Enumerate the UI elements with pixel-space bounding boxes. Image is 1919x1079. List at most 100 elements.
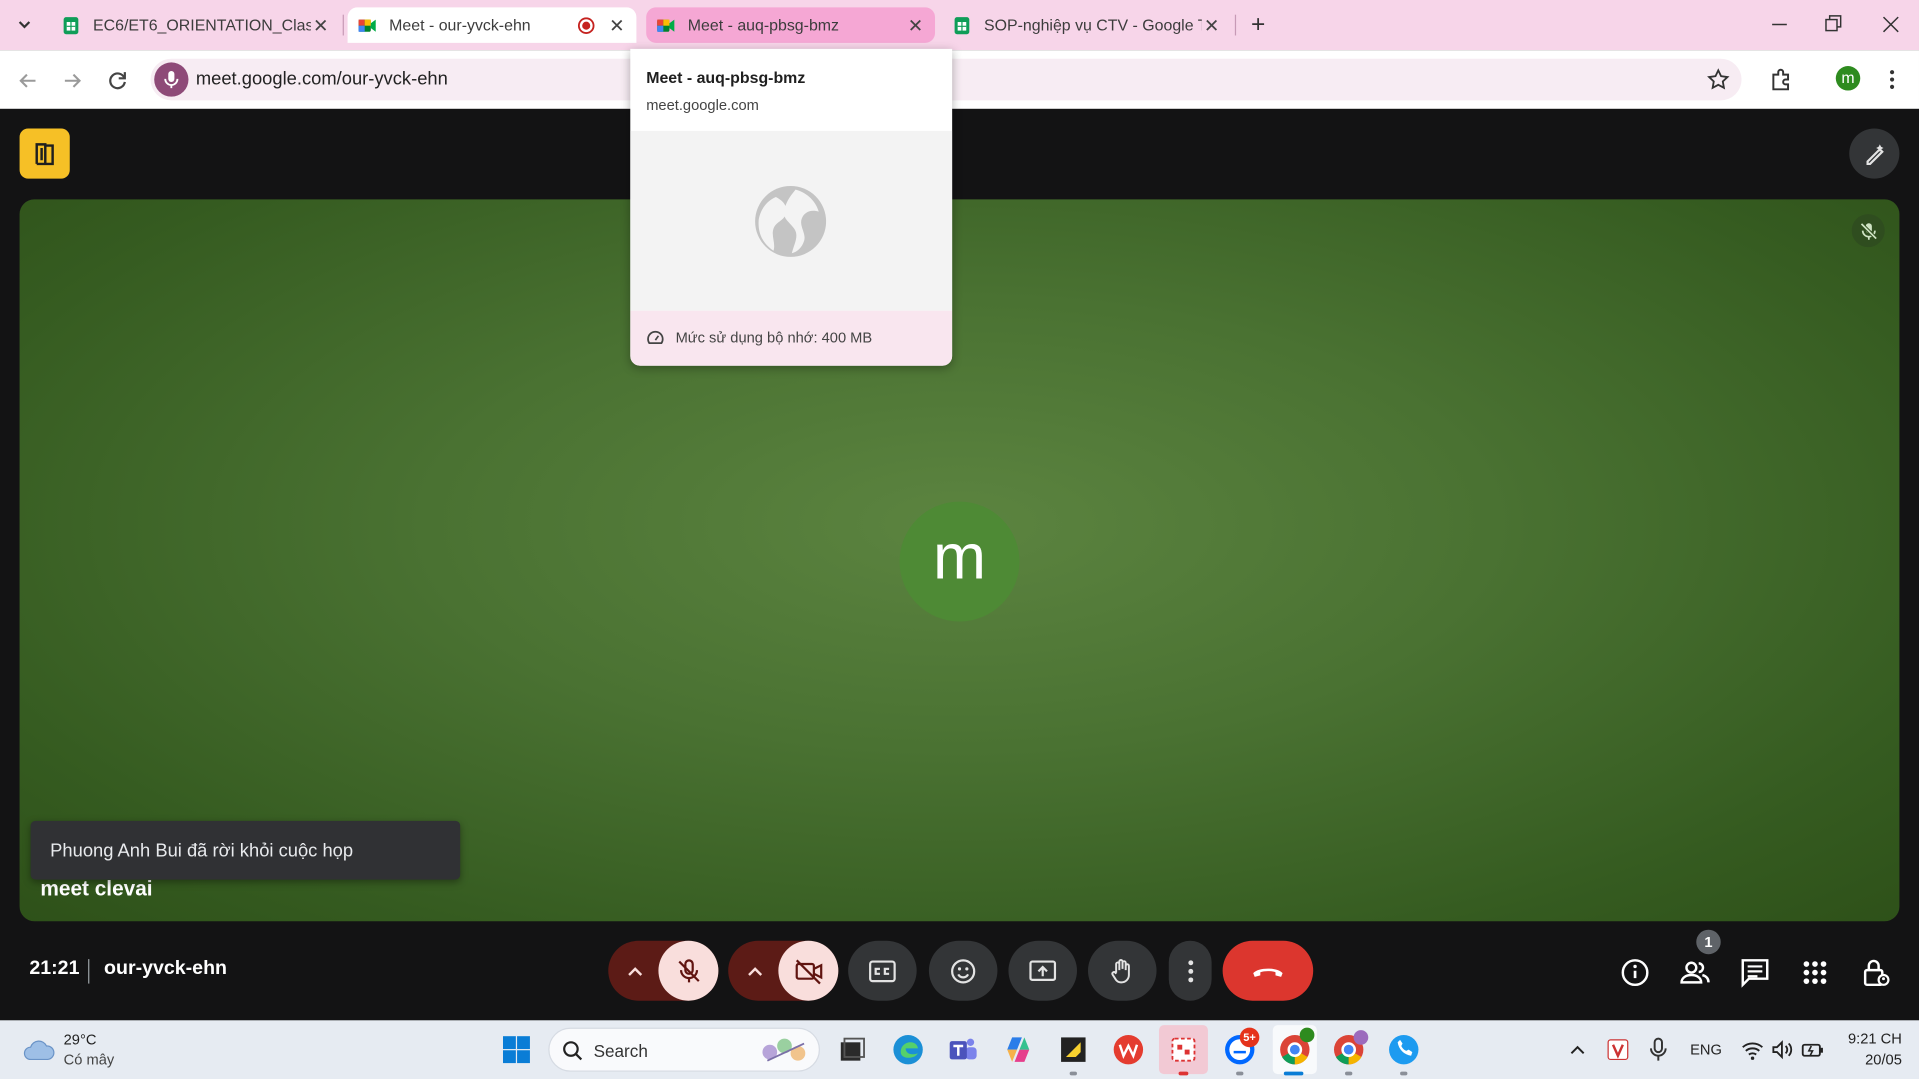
leave-call-button[interactable] <box>1222 940 1314 1001</box>
microphone-tray[interactable] <box>1647 1036 1669 1063</box>
camera-toggle-button[interactable] <box>778 940 839 1001</box>
reload-button[interactable] <box>104 67 131 94</box>
close-icon[interactable]: ✕ <box>906 14 926 36</box>
new-tab-button[interactable]: + <box>1245 11 1272 38</box>
search-highlight-icon <box>762 1038 806 1062</box>
show-hidden-icons-button[interactable] <box>1567 1040 1589 1060</box>
task-view-button[interactable] <box>832 1030 871 1069</box>
weather-temp: 29°C <box>63 1031 97 1049</box>
chrome-app-active[interactable] <box>1272 1025 1317 1075</box>
clock[interactable]: 9:21 CH 20/05 <box>1836 1028 1909 1072</box>
quick-settings-button[interactable] <box>1740 1037 1826 1061</box>
microphone-icon <box>1649 1037 1667 1061</box>
running-indicator <box>1400 1071 1408 1076</box>
tab-meet-auq-pbsg-bmz[interactable]: Meet - auq-pbsg-bmz ✕ <box>646 7 936 43</box>
start-button[interactable] <box>497 1030 536 1069</box>
clock-date: 20/05 <box>1865 1050 1902 1068</box>
forward-button[interactable] <box>59 67 86 94</box>
close-icon[interactable]: ✕ <box>1202 14 1222 36</box>
host-controls-button[interactable] <box>1858 955 1892 989</box>
chrome-app-profile[interactable] <box>1329 1030 1369 1069</box>
close-icon[interactable]: ✕ <box>607 14 627 36</box>
back-button[interactable] <box>15 67 42 94</box>
participant-avatar: m <box>899 501 1020 622</box>
tab-meet-our-yvck-ehn[interactable]: Meet - our-yvck-ehn ✕ <box>347 7 637 43</box>
effects-button[interactable] <box>1849 128 1900 179</box>
toast-text: Phuong Anh Bui đã rời khỏi cuộc họp <box>50 840 354 862</box>
tab-search-button[interactable] <box>12 12 36 36</box>
teams-icon <box>949 1038 977 1060</box>
restore-button[interactable] <box>1821 10 1845 39</box>
emoji-icon <box>951 958 976 983</box>
wps-icon <box>1113 1034 1144 1065</box>
toast-notification: Phuong Anh Bui đã rời khỏi cuộc họp <box>30 820 461 880</box>
tab-title: Meet - our-yvck-ehn <box>389 15 531 35</box>
apps-grid-icon <box>1803 961 1827 984</box>
videocam-off-icon <box>795 958 822 984</box>
profile-badge <box>1299 1027 1315 1043</box>
participant-name: meet clevai <box>40 877 153 901</box>
divider <box>88 959 90 984</box>
reactions-button[interactable] <box>928 940 998 1001</box>
mic-control-group <box>608 940 719 1001</box>
meeting-details-button[interactable] <box>1618 955 1652 989</box>
edit-sparkle-icon <box>1865 143 1884 165</box>
teams-app[interactable] <box>944 1030 983 1069</box>
taskbar: 29°C Có mây Search 5+ ENG 9:21 CH 20/05 <box>0 1020 1919 1079</box>
hand-icon <box>1111 958 1130 983</box>
snipping-app[interactable] <box>1158 1025 1208 1075</box>
meet-icon <box>657 18 675 32</box>
activities-button[interactable] <box>1798 955 1832 989</box>
language-indicator[interactable]: ENG <box>1690 1041 1722 1058</box>
profile-badge <box>1353 1030 1369 1045</box>
vivaldi-tray[interactable] <box>1606 1037 1630 1061</box>
puzzle-icon <box>1772 68 1790 91</box>
present-screen-icon <box>1029 959 1057 981</box>
snip-icon <box>1171 1037 1196 1062</box>
call-end-icon <box>1253 967 1283 977</box>
captions-button[interactable] <box>848 940 917 1001</box>
taskbar-search[interactable]: Search <box>548 1027 820 1072</box>
extensions-button[interactable] <box>1768 66 1795 93</box>
more-options-button[interactable] <box>1168 940 1212 1001</box>
running-indicator <box>1345 1071 1353 1076</box>
microphone-toggle-button[interactable] <box>658 940 719 1001</box>
companion-mode-button[interactable] <box>19 128 70 179</box>
chevron-up-icon <box>748 966 763 976</box>
sticky-notes-app[interactable] <box>1054 1030 1093 1069</box>
chat-button[interactable] <box>1738 955 1772 989</box>
audio-options-button[interactable] <box>608 941 662 1001</box>
zalo-app[interactable]: 5+ <box>1220 1027 1260 1069</box>
tab-sop-nghiep-vu[interactable]: SOP-nghiệp vụ CTV - Google Tr ✕ <box>942 7 1231 42</box>
raise-hand-button[interactable] <box>1088 940 1157 1001</box>
chevron-up-icon <box>1570 1045 1585 1055</box>
bookmark-button[interactable] <box>1706 67 1730 91</box>
chat-icon <box>1741 959 1769 988</box>
plus-icon: + <box>1250 11 1266 38</box>
profile-avatar[interactable]: m <box>1835 66 1861 91</box>
site-info-button[interactable] <box>154 62 189 97</box>
close-window-button[interactable] <box>1879 10 1903 39</box>
browser-toolbar: meet.google.com/our-yvck-ehn m <box>0 50 1919 109</box>
wps-app[interactable] <box>1109 1030 1148 1069</box>
running-indicator <box>1069 1071 1077 1076</box>
present-button[interactable] <box>1008 940 1077 1001</box>
globe-icon <box>755 185 827 257</box>
video-options-button[interactable] <box>728 941 782 1001</box>
people-button[interactable] <box>1678 955 1712 989</box>
tab-orientation-class[interactable]: EC6/ET6_ORIENTATION_Class (r ✕ <box>51 7 340 42</box>
weather-widget[interactable]: 29°C Có mây <box>17 1025 152 1074</box>
door-icon <box>34 142 54 165</box>
sticky-notes-icon <box>1061 1037 1086 1062</box>
menu-button[interactable] <box>1882 66 1902 93</box>
copilot-app[interactable] <box>999 1030 1038 1069</box>
tab-hover-card: Meet - auq-pbsg-bmz meet.google.com Mức … <box>630 48 953 366</box>
hover-card-domain: meet.google.com <box>646 96 759 114</box>
edge-app[interactable] <box>889 1030 928 1069</box>
hover-card-footer: Mức sử dụng bộ nhớ: 400 MB <box>630 310 953 366</box>
telephone-app[interactable] <box>1384 1030 1423 1069</box>
close-icon[interactable]: ✕ <box>311 14 331 36</box>
minimize-icon <box>1772 23 1787 26</box>
muted-indicator <box>1851 214 1885 248</box>
minimize-button[interactable] <box>1767 10 1791 39</box>
